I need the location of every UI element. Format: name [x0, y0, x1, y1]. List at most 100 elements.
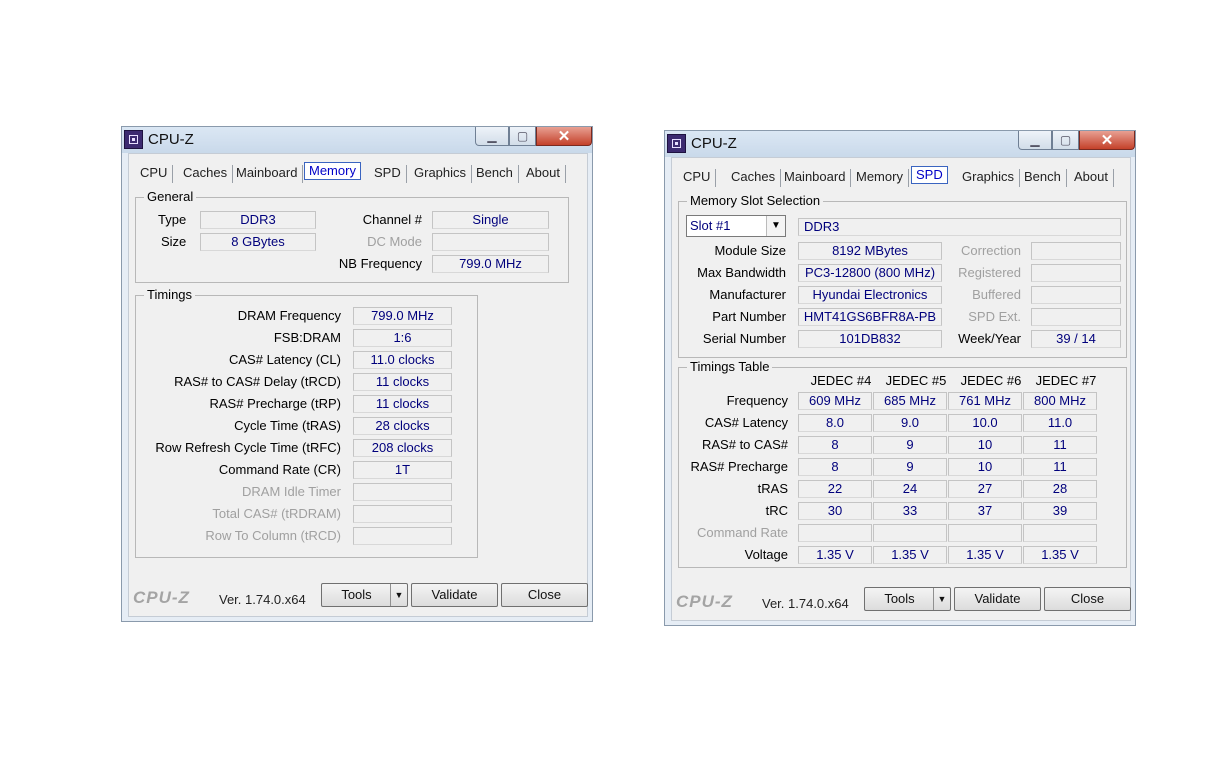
timings-table-label: Timings Table — [687, 359, 773, 375]
tools-button[interactable]: Tools ▼ — [321, 583, 408, 607]
tools-button-label: Tools — [884, 591, 915, 606]
tab-spd[interactable]: SPD — [911, 166, 948, 184]
timing-value: 28 clocks — [353, 417, 452, 435]
minimize-button[interactable]: ▁ — [475, 127, 509, 146]
manufacturer-value: Hyundai Electronics — [798, 286, 942, 304]
table-cell: 10 — [948, 436, 1022, 454]
cpuz-app-icon — [124, 130, 143, 149]
timing-label: DRAM Frequency — [237, 308, 341, 323]
timing-label: RAS# Precharge (tRP) — [209, 396, 342, 411]
serial-number-label: Serial Number — [702, 331, 786, 346]
timing-label: Command Rate (CR) — [218, 462, 341, 477]
dropdown-arrow-icon[interactable]: ▼ — [933, 588, 950, 610]
part-number-value: HMT41GS6BFR8A-PB — [798, 308, 942, 326]
row-label: Command Rate — [696, 525, 788, 540]
validate-button[interactable]: Validate — [411, 583, 498, 607]
close-button[interactable]: Close — [1044, 587, 1131, 611]
close-button[interactable]: Close — [501, 583, 588, 607]
table-cell: 1.35 V — [798, 546, 872, 564]
cpuz-logo: CPU-Z — [133, 588, 190, 607]
table-cell — [1023, 524, 1097, 542]
slot-type-value: DDR3 — [798, 218, 1121, 236]
type-label: Type — [158, 212, 187, 227]
table-cell: 609 MHz — [798, 392, 872, 410]
spd-ext-value — [1031, 308, 1121, 326]
row-label: RAS# Precharge — [690, 459, 788, 474]
row-label: tRC — [765, 503, 788, 518]
module-size-label: Module Size — [714, 243, 786, 258]
table-cell: 22 — [798, 480, 872, 498]
tab-about[interactable]: About — [1069, 167, 1114, 187]
tab-bench[interactable]: Bench — [471, 163, 519, 183]
table-cell: 9 — [873, 458, 947, 476]
tab-cpu[interactable]: CPU — [135, 163, 174, 183]
correction-value — [1031, 242, 1121, 260]
tab-caches[interactable]: Caches — [726, 167, 782, 187]
timing-value: 1:6 — [353, 329, 452, 347]
tab-about[interactable]: About — [521, 163, 566, 183]
table-cell: 9 — [873, 436, 947, 454]
serial-number-value: 101DB832 — [798, 330, 942, 348]
tab-mainboard[interactable]: Mainboard — [231, 163, 304, 183]
close-window-button[interactable]: ✕ — [536, 127, 592, 146]
timing-label: Total CAS# (tRDRAM) — [212, 506, 341, 521]
minimize-button[interactable]: ▁ — [1018, 131, 1052, 150]
tab-graphics[interactable]: Graphics — [409, 163, 473, 183]
dropdown-arrow-icon[interactable]: ▼ — [390, 584, 407, 606]
slot-select[interactable]: Slot #1 ▼ — [686, 215, 786, 237]
tab-memory[interactable]: Memory — [851, 167, 909, 187]
timings-table-group: Timings Table JEDEC #4 JEDEC #5 JEDEC #6… — [678, 359, 1127, 568]
timing-value: 11 clocks — [353, 395, 452, 413]
maximize-button[interactable]: ▢ — [1052, 131, 1079, 150]
title-bar[interactable]: CPU-Z ▁ ▢ ✕ — [665, 131, 1135, 157]
timing-value: 1T — [353, 461, 452, 479]
tab-memory[interactable]: Memory — [304, 162, 361, 180]
table-cell: 30 — [798, 502, 872, 520]
table-cell — [873, 524, 947, 542]
tab-spd[interactable]: SPD — [369, 163, 407, 183]
tab-bench[interactable]: Bench — [1019, 167, 1067, 187]
timing-label: DRAM Idle Timer — [242, 484, 341, 499]
timing-label: CAS# Latency (CL) — [229, 352, 341, 367]
row-label: Voltage — [744, 547, 788, 562]
table-cell: 11 — [1023, 458, 1097, 476]
timing-value — [353, 483, 452, 501]
tab-cpu[interactable]: CPU — [678, 167, 717, 187]
buffered-value — [1031, 286, 1121, 304]
table-cell: 1.35 V — [948, 546, 1022, 564]
table-cell: 28 — [1023, 480, 1097, 498]
table-cell: 10 — [948, 458, 1022, 476]
title-bar[interactable]: CPU-Z ▁ ▢ ✕ — [122, 127, 592, 153]
tab-graphics[interactable]: Graphics — [957, 167, 1021, 187]
timings-group: Timings DRAM Frequency 799.0 MHz FSB:DRA… — [135, 287, 478, 558]
row-label: CAS# Latency — [704, 415, 788, 430]
version-label: Ver. 1.74.0.x64 — [219, 592, 306, 607]
tab-mainboard[interactable]: Mainboard — [779, 167, 852, 187]
size-value: 8 GBytes — [200, 233, 316, 251]
table-cell: 11.0 — [1023, 414, 1097, 432]
window-client: CPU Caches Mainboard Memory SPD Graphics… — [128, 153, 588, 617]
tools-button[interactable]: Tools ▼ — [864, 587, 951, 611]
row-label: RAS# to CAS# — [702, 437, 788, 452]
module-size-value: 8192 MBytes — [798, 242, 942, 260]
chevron-down-icon[interactable]: ▼ — [766, 216, 785, 236]
table-cell: 37 — [948, 502, 1022, 520]
registered-label: Registered — [958, 265, 1021, 280]
row-label: Frequency — [726, 393, 788, 408]
validate-button[interactable]: Validate — [954, 587, 1041, 611]
max-bandwidth-value: PC3-12800 (800 MHz) — [798, 264, 942, 282]
close-window-button[interactable]: ✕ — [1079, 131, 1135, 150]
version-label: Ver. 1.74.0.x64 — [762, 596, 849, 611]
table-cell: 27 — [948, 480, 1022, 498]
max-bandwidth-label: Max Bandwidth — [697, 265, 786, 280]
table-cell: 800 MHz — [1023, 392, 1097, 410]
maximize-button[interactable]: ▢ — [509, 127, 536, 146]
correction-label: Correction — [961, 243, 1021, 258]
nbfreq-value: 799.0 MHz — [432, 255, 549, 273]
tab-caches[interactable]: Caches — [178, 163, 234, 183]
table-cell — [798, 524, 872, 542]
window-client: CPU Caches Mainboard Memory SPD Graphics… — [671, 157, 1131, 621]
column-header: JEDEC #6 — [960, 373, 1022, 388]
nbfreq-label: NB Frequency — [338, 256, 422, 271]
table-cell: 11 — [1023, 436, 1097, 454]
